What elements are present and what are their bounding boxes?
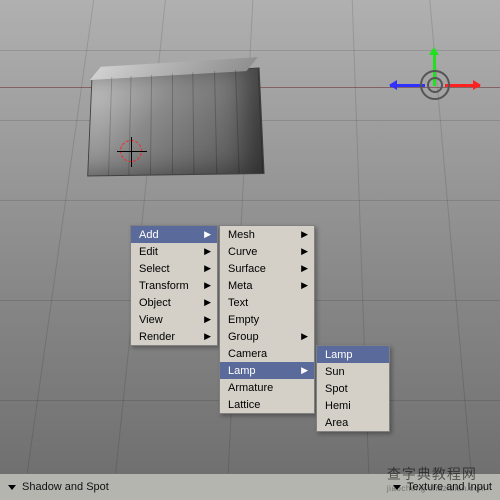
menu-item-lamp-sun[interactable]: Sun [317, 363, 389, 380]
menu-item-camera[interactable]: Camera [220, 345, 314, 362]
menu-item-view[interactable]: View ▶ [131, 311, 217, 328]
menu-item-add[interactable]: Add ▶ [131, 226, 217, 243]
panel-label: Shadow and Spot [22, 481, 109, 493]
submenu-arrow-icon: ▶ [204, 280, 211, 291]
submenu-arrow-icon: ▶ [204, 331, 211, 342]
menu-item-empty[interactable]: Empty [220, 311, 314, 328]
grid-line [0, 200, 500, 201]
dropdown-triangle-icon [8, 485, 16, 490]
menu-item-select[interactable]: Select ▶ [131, 260, 217, 277]
menu-item-lamp-hemi[interactable]: Hemi [317, 397, 389, 414]
panel-texture-input[interactable]: Texture and Input [385, 474, 500, 500]
submenu-add: Mesh ▶ Curve ▶ Surface ▶ Meta ▶ Text Emp… [219, 225, 315, 414]
menu-item-lamp-spot[interactable]: Spot [317, 380, 389, 397]
menu-item-armature[interactable]: Armature [220, 379, 314, 396]
menu-label: Curve [228, 246, 257, 258]
menu-label: Meta [228, 280, 252, 292]
menu-label: Lamp [228, 365, 256, 377]
submenu-arrow-icon: ▶ [204, 246, 211, 257]
menu-label: Spot [325, 383, 348, 395]
menu-label: Hemi [325, 400, 351, 412]
submenu-arrow-icon: ▶ [204, 263, 211, 274]
menu-label: View [139, 314, 163, 326]
submenu-arrow-icon: ▶ [301, 246, 308, 257]
gizmo-ring-icon [420, 70, 450, 100]
submenu-arrow-icon: ▶ [204, 314, 211, 325]
submenu-arrow-icon: ▶ [301, 263, 308, 274]
menu-label: Add [139, 229, 159, 241]
menu-item-mesh[interactable]: Mesh ▶ [220, 226, 314, 243]
submenu-arrow-icon: ▶ [301, 365, 308, 376]
menu-label: Text [228, 297, 248, 309]
mesh-object[interactable] [87, 67, 264, 176]
menu-item-surface[interactable]: Surface ▶ [220, 260, 314, 277]
submenu-arrow-icon: ▶ [301, 229, 308, 240]
menu-item-object[interactable]: Object ▶ [131, 294, 217, 311]
menu-label: Area [325, 417, 348, 429]
menu-item-lamp[interactable]: Lamp ▶ [220, 362, 314, 379]
menu-label: Armature [228, 382, 273, 394]
submenu-arrow-icon: ▶ [204, 297, 211, 308]
menu-label: Sun [325, 366, 345, 378]
panel-shadow-spot[interactable]: Shadow and Spot [0, 474, 117, 500]
menu-label: Lattice [228, 399, 260, 411]
panel-label: Texture and Input [407, 481, 492, 493]
menu-item-lamp-area[interactable]: Area [317, 414, 389, 431]
3d-cursor [120, 140, 142, 162]
menu-label: Object [139, 297, 171, 309]
menu-item-lamp-lamp[interactable]: Lamp [317, 346, 389, 363]
context-menu: Add ▶ Edit ▶ Select ▶ Transform ▶ Object… [130, 225, 218, 346]
orientation-gizmo[interactable] [390, 40, 480, 130]
menu-item-transform[interactable]: Transform ▶ [131, 277, 217, 294]
menu-label: Transform [139, 280, 189, 292]
mesh-slats [88, 68, 263, 175]
menu-label: Camera [228, 348, 267, 360]
menu-item-curve[interactable]: Curve ▶ [220, 243, 314, 260]
menu-item-group[interactable]: Group ▶ [220, 328, 314, 345]
menu-label: Lamp [325, 349, 353, 361]
submenu-lamp: Lamp Sun Spot Hemi Area [316, 345, 390, 432]
grid-line [27, 0, 94, 473]
x-arrow-icon [445, 84, 480, 87]
menu-label: Mesh [228, 229, 255, 241]
menu-item-lattice[interactable]: Lattice [220, 396, 314, 413]
menu-item-edit[interactable]: Edit ▶ [131, 243, 217, 260]
menu-label: Edit [139, 246, 158, 258]
menu-label: Surface [228, 263, 266, 275]
submenu-arrow-icon: ▶ [204, 229, 211, 240]
menu-label: Render [139, 331, 175, 343]
menu-label: Select [139, 263, 170, 275]
dropdown-triangle-icon [393, 485, 401, 490]
submenu-arrow-icon: ▶ [301, 331, 308, 342]
menu-item-text[interactable]: Text [220, 294, 314, 311]
menu-label: Empty [228, 314, 259, 326]
menu-label: Group [228, 331, 259, 343]
bottom-panel-bar: Shadow and Spot Texture and Input [0, 473, 500, 500]
submenu-arrow-icon: ▶ [301, 280, 308, 291]
menu-item-render[interactable]: Render ▶ [131, 328, 217, 345]
menu-item-meta[interactable]: Meta ▶ [220, 277, 314, 294]
